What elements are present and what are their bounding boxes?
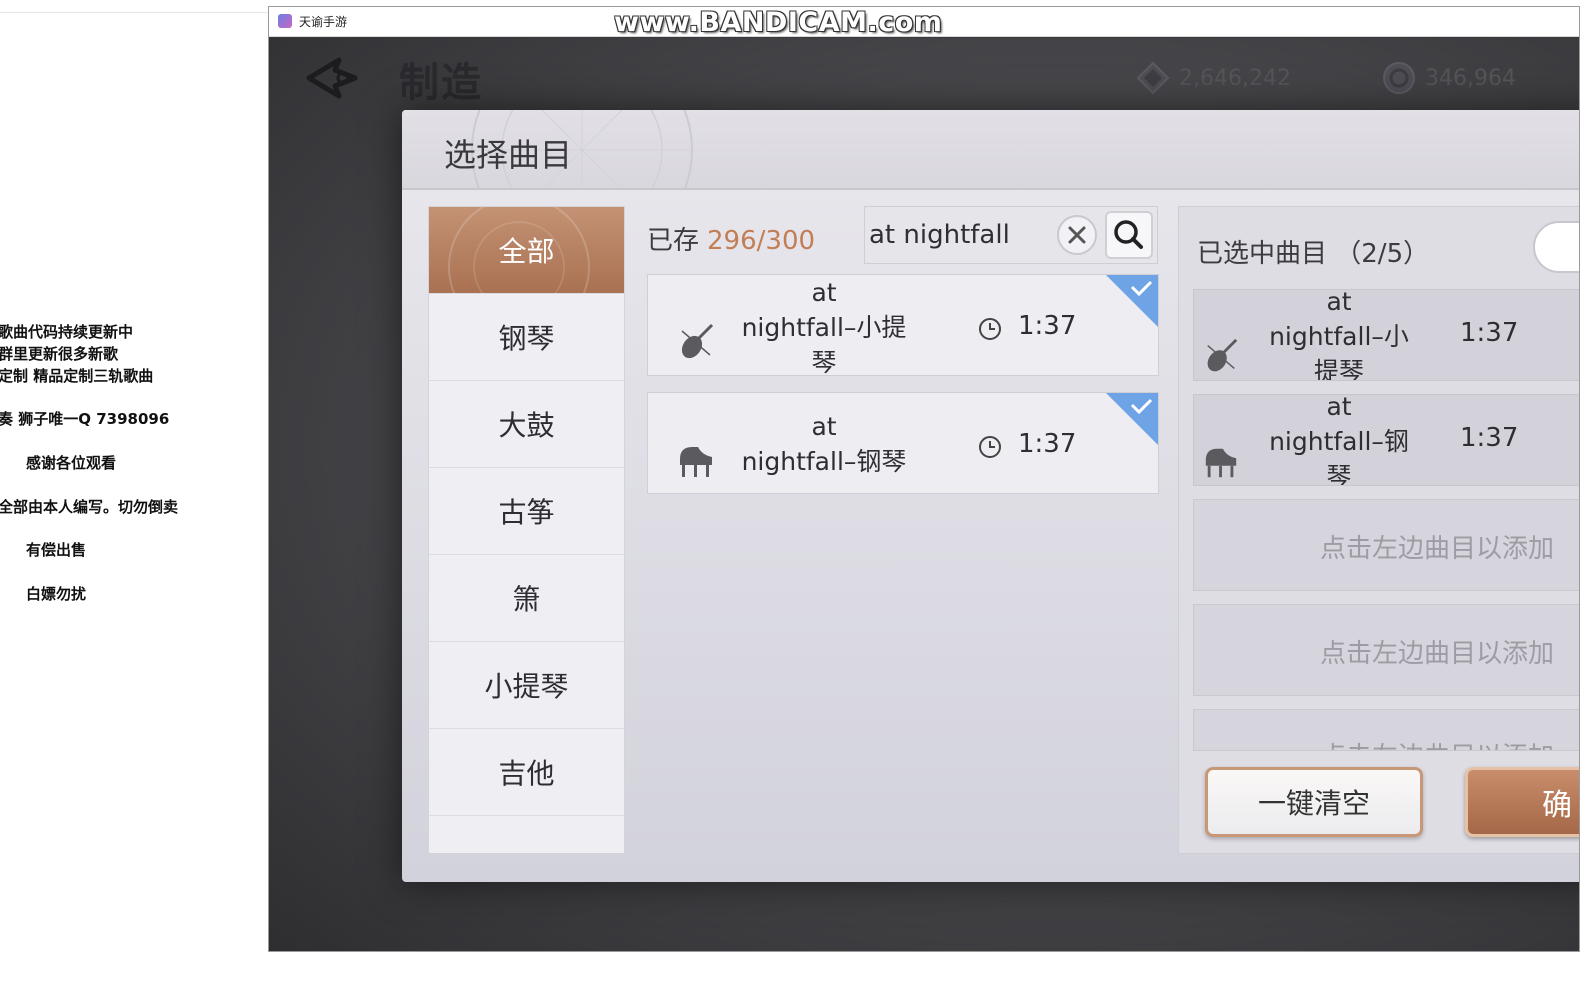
category-all[interactable]: 全部 [429,207,624,294]
note-line: 全部由本人编写。切勿倒卖 [0,498,179,516]
category-guzheng[interactable]: 古筝 [429,468,624,555]
window-titlebar[interactable]: 天谕手游 www.BANDICAM.com [269,7,1579,38]
confirm-button[interactable]: 确 [1465,767,1579,837]
select-track-dialog: 选择曲目 全部 钢琴 大鼓 古筝 箫 小提琴 吉他 琵琶 [402,110,1579,882]
song-duration: 1:37 [1018,311,1077,341]
category-label: 琵琶 [498,849,554,853]
search-input[interactable] [869,217,1049,253]
selected-track-duration: 1:37 [1460,423,1519,453]
note-line: 感谢各位观看 [26,454,117,472]
piano-icon [1205,448,1237,478]
category-label: 钢琴 [498,322,555,355]
dialog-header: 选择曲目 [402,110,1579,190]
selected-tracks-title: 已选中曲目 （2/5） [1197,239,1430,269]
category-piano[interactable]: 钢琴 [429,294,624,381]
clear-all-button[interactable]: 一键清空 [1205,767,1423,837]
category-label: 箫 [512,583,541,616]
category-xiao[interactable]: 箫 [429,555,624,642]
stored-value: 296/300 [707,226,816,256]
empty-track-slot[interactable]: 点击左边曲目以添加 [1193,709,1579,751]
category-label: 古筝 [498,496,555,529]
selected-track-name: at nightfall–小 提琴 [1258,289,1420,381]
category-guitar[interactable]: 吉他 [429,729,624,816]
song-name-line: nightfall–钢 [1269,427,1409,456]
song-name: at nightfall–小提 琴 [728,275,920,376]
piano-icon [680,447,712,477]
clock-icon [979,436,1001,458]
back-arrow-icon[interactable] [305,56,361,100]
currency-gems: 2,646,242 [1135,60,1291,96]
game-screen: 制造 2,646,242 346,964 选择曲目 全部 钢琴 大鼓 古筝 箫 … [269,38,1579,951]
empty-slot-hint: 点击左边曲目以添加 [1320,534,1555,564]
song-item[interactable]: at nightfall–钢琴 1:37 [647,392,1159,494]
note-line: 歌曲代码持续更新中 [0,323,134,341]
search-icon [1114,220,1143,249]
song-name-line: nightfall–钢琴 [741,447,907,476]
selected-track-item[interactable]: at nightfall–小 提琴 1:37 [1193,289,1579,381]
category-label: 吉他 [498,757,555,790]
empty-slot-hint: 点击左边曲目以添加 [1320,736,1554,750]
song-name-line: at [811,412,837,441]
checkmark-icon [1106,275,1158,327]
category-drum[interactable]: 大鼓 [429,381,624,468]
toggle-switch[interactable] [1533,221,1579,273]
song-name-line: at [1326,394,1352,421]
stored-label: 已存 [647,226,700,256]
song-item[interactable]: at nightfall–小提 琴 1:37 [647,274,1159,376]
song-name-line: at [811,278,837,307]
song-name-line: nightfall–小提 [741,313,907,342]
currency-coins-value: 346,964 [1425,65,1516,91]
divider [0,12,268,13]
page-title: 制造 [399,59,483,106]
song-name-line: 提琴 [1313,357,1364,381]
window-title: 天谕手游 [299,15,348,29]
checkmark-icon [1106,393,1158,445]
selected-track-duration: 1:37 [1460,318,1519,348]
song-name-line: 琴 [1326,462,1352,486]
clock-icon [979,318,1001,340]
dialog-title: 选择曲目 [444,136,573,174]
note-line: 奏 狮子唯一Q 7398096 [0,410,170,428]
song-name-line: nightfall–小 [1269,322,1409,351]
game-window: 天谕手游 www.BANDICAM.com 制造 2,646,242 346,9… [268,6,1580,952]
category-label: 大鼓 [498,409,555,442]
violin-icon [681,323,714,359]
song-name-line: 琴 [811,348,837,376]
note-line: 群里更新很多新歌 [0,345,119,363]
coin-icon [1383,62,1415,94]
empty-track-slot[interactable]: 点击左边曲目以添加 [1193,604,1579,696]
app-icon [278,14,292,28]
clear-search-button[interactable] [1057,215,1097,255]
category-pipa[interactable]: 琵琶 [429,816,624,853]
song-name-line: at [1326,289,1352,316]
currency-gems-value: 2,646,242 [1179,65,1291,91]
selected-track-item[interactable]: at nightfall–钢 琴 1:37 [1193,394,1579,486]
category-violin[interactable]: 小提琴 [429,642,624,729]
currency-coins: 346,964 [1381,60,1516,96]
search-button[interactable] [1105,211,1153,259]
note-line: 定制 精品定制三轨歌曲 [0,367,154,385]
empty-slot-hint: 点击左边曲目以添加 [1320,639,1555,669]
violin-icon [1207,338,1238,372]
close-icon [1068,226,1086,244]
gem-icon [1136,61,1170,95]
note-line: 有偿出售 [26,541,87,559]
empty-track-slot[interactable]: 点击左边曲目以添加 [1193,499,1579,591]
search-box [864,206,1158,264]
song-duration: 1:37 [1018,429,1077,459]
recorder-watermark: www.BANDICAM.com [614,7,943,38]
note-line: 白嫖勿扰 [26,585,87,603]
stored-count: 已存 296/300 [647,220,815,257]
category-label: 小提琴 [484,670,569,703]
category-sidebar: 全部 钢琴 大鼓 古筝 箫 小提琴 吉他 琵琶 [428,206,625,854]
category-label: 全部 [498,235,555,268]
selected-track-name: at nightfall–钢 琴 [1258,394,1420,486]
left-notes-panel: 歌曲代码持续更新中 群里更新很多新歌 定制 精品定制三轨歌曲 奏 狮子唯一Q 7… [0,0,268,988]
selected-tracks-panel: 已选中曲目 （2/5） at nightfall–小 提琴 1:37 at ni… [1178,206,1579,854]
song-name: at nightfall–钢琴 [728,409,920,479]
